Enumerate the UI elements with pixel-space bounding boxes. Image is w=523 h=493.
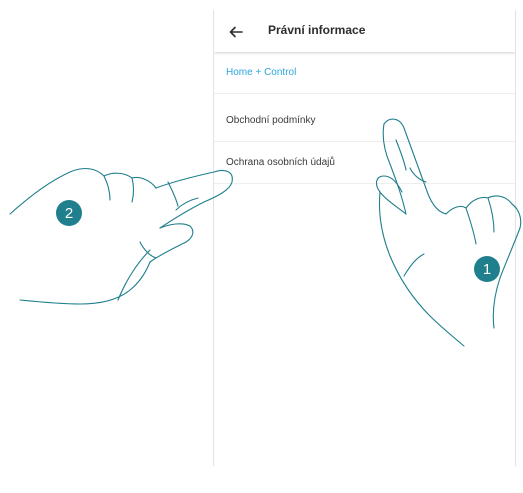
step-2-number: 2 bbox=[64, 204, 74, 222]
step-2-badge: 2 bbox=[56, 200, 82, 226]
step-1-number: 1 bbox=[482, 260, 492, 278]
step-1-badge: 1 bbox=[474, 256, 500, 282]
left-hand-icon bbox=[9, 167, 233, 305]
right-hand-icon bbox=[375, 118, 522, 347]
hand-illustrations bbox=[9, 118, 522, 347]
